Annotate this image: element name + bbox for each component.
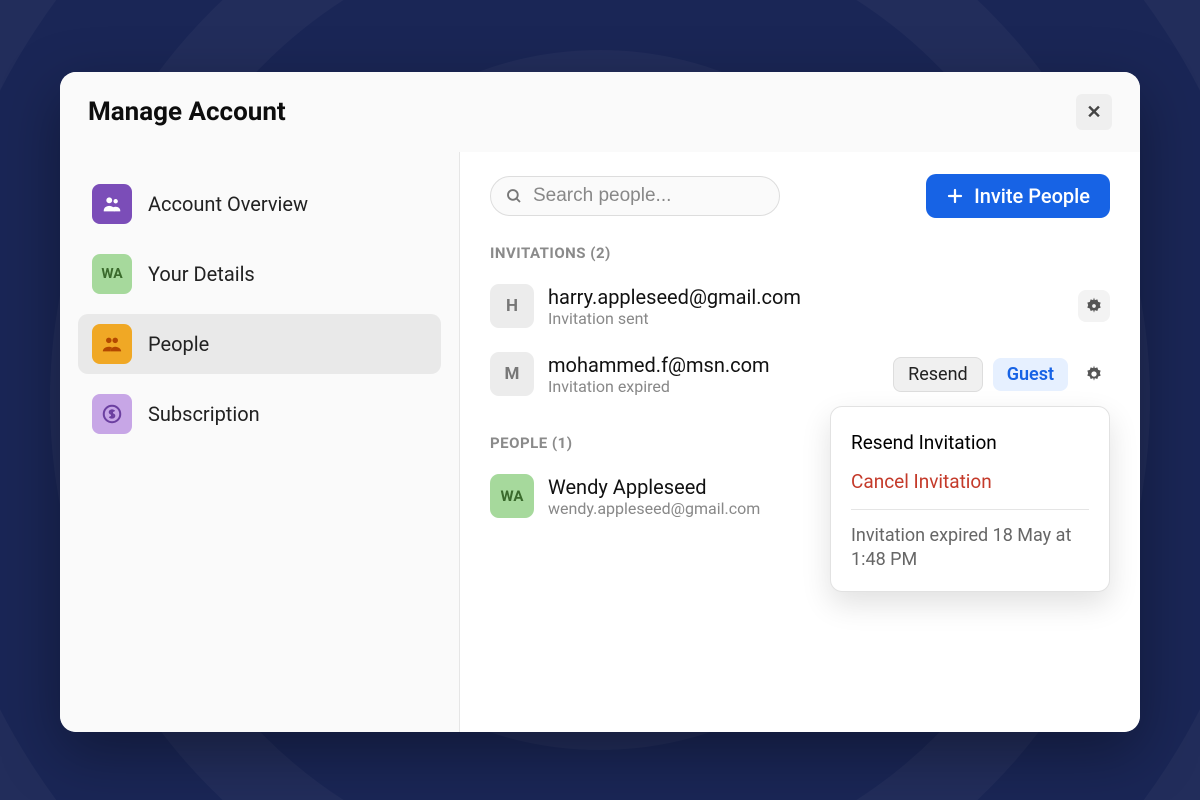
sidebar: Account Overview WA Your Details People …: [60, 152, 460, 732]
manage-account-modal: Manage Account ✕ Account Overview WA You…: [60, 72, 1140, 732]
modal-body: Account Overview WA Your Details People …: [60, 152, 1140, 732]
modal-header: Manage Account ✕: [60, 72, 1140, 152]
invitation-status: Invitation expired: [548, 377, 879, 396]
dropdown-resend-invitation[interactable]: Resend Invitation: [851, 423, 1089, 462]
people-icon: [92, 324, 132, 364]
person-name: Wendy Appleseed: [548, 475, 808, 499]
search-input[interactable]: [533, 185, 778, 207]
sidebar-item-your-details[interactable]: WA Your Details: [78, 244, 441, 304]
toolbar: Invite People: [490, 174, 1110, 218]
invitation-email: harry.appleseed@gmail.com: [548, 285, 1064, 309]
plus-icon: [946, 187, 964, 205]
close-button[interactable]: ✕: [1076, 94, 1112, 130]
row-settings-button[interactable]: [1078, 358, 1110, 390]
row-actions: Resend Guest: [893, 357, 1110, 392]
search-icon: [505, 187, 523, 205]
resend-button[interactable]: Resend: [893, 357, 983, 392]
sidebar-item-people[interactable]: People: [78, 314, 441, 374]
gear-icon: [1084, 296, 1104, 316]
dropdown-cancel-invitation[interactable]: Cancel Invitation: [851, 462, 1089, 501]
gear-icon: [1084, 364, 1104, 384]
row-text: harry.appleseed@gmail.com Invitation sen…: [548, 285, 1064, 328]
divider: [851, 509, 1089, 510]
dropdown-info: Invitation expired 18 May at 1:48 PM: [851, 518, 1089, 575]
sidebar-item-label: Your Details: [148, 262, 255, 286]
row-actions: [1078, 290, 1110, 322]
sidebar-item-label: Subscription: [148, 402, 260, 426]
row-text: Wendy Appleseed wendy.appleseed@gmail.co…: [548, 475, 808, 518]
avatar: H: [490, 284, 534, 328]
avatar: M: [490, 352, 534, 396]
sidebar-item-label: People: [148, 332, 209, 356]
invitation-row: M mohammed.f@msn.com Invitation expired …: [490, 344, 1110, 412]
main-panel: Invite People INVITATIONS (2) H harry.ap…: [460, 152, 1140, 732]
avatar: WA: [490, 474, 534, 518]
search-field[interactable]: [490, 176, 780, 216]
invite-button-label: Invite People: [974, 184, 1090, 208]
role-badge[interactable]: Guest: [993, 358, 1068, 391]
invitation-status: Invitation sent: [548, 309, 1064, 328]
invitation-row: H harry.appleseed@gmail.com Invitation s…: [490, 276, 1110, 344]
people-group-icon: [92, 184, 132, 224]
person-email: wendy.appleseed@gmail.com: [548, 499, 808, 518]
dollar-icon: [92, 394, 132, 434]
row-settings-button[interactable]: [1078, 290, 1110, 322]
close-icon: ✕: [1086, 102, 1101, 123]
sidebar-item-subscription[interactable]: Subscription: [78, 384, 441, 444]
row-settings-dropdown: Resend Invitation Cancel Invitation Invi…: [830, 406, 1110, 592]
invitation-email: mohammed.f@msn.com: [548, 353, 879, 377]
invite-people-button[interactable]: Invite People: [926, 174, 1110, 218]
sidebar-item-label: Account Overview: [148, 192, 308, 216]
modal-title: Manage Account: [88, 97, 286, 127]
section-label-invitations: INVITATIONS (2): [490, 244, 1110, 262]
sidebar-item-account-overview[interactable]: Account Overview: [78, 174, 441, 234]
row-text: mohammed.f@msn.com Invitation expired: [548, 353, 879, 396]
initials-icon: WA: [92, 254, 132, 294]
